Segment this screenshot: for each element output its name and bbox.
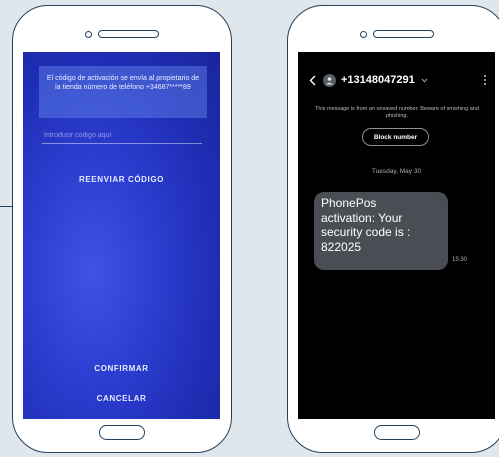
confirm-button[interactable]: CONFIRMAR xyxy=(23,364,220,373)
illustration-stage: El código de activación se envía al prop… xyxy=(0,0,499,457)
speaker-grille xyxy=(98,30,159,38)
unsaved-number-warning: This message is from an unsaved number. … xyxy=(315,106,479,119)
sms-screen: +13148047291 This message is from an uns… xyxy=(298,52,495,419)
message-time: 15:30 xyxy=(452,257,468,263)
more-glyph xyxy=(484,75,486,85)
more-vertical-icon[interactable] xyxy=(483,73,487,87)
activation-info-text: El código de activación se envía al prop… xyxy=(46,75,200,91)
activation-info-box: El código de activación se envía al prop… xyxy=(39,66,207,118)
message-date: Tuesday, May 30 xyxy=(371,168,422,175)
phone-right-speaker xyxy=(360,28,434,40)
resend-code-button[interactable]: REENVIAR CÓDIGO xyxy=(23,175,220,184)
back-arrow-icon[interactable] xyxy=(307,73,317,87)
activation-code-input[interactable] xyxy=(42,128,202,144)
block-number-button[interactable]: Block number xyxy=(362,128,429,146)
back-arrow-glyph xyxy=(309,75,315,85)
phone-right-home-button[interactable] xyxy=(374,425,420,440)
person-avatar-icon[interactable] xyxy=(323,73,336,87)
phone-right: +13148047291 This message is from an uns… xyxy=(287,5,499,453)
message-bubble[interactable]: PhonePos activation: Your security code … xyxy=(314,192,448,270)
phone-left-home-button[interactable] xyxy=(99,425,145,440)
speaker-grille xyxy=(373,30,434,38)
cancel-button[interactable]: CANCELAR xyxy=(23,394,220,403)
chevron-glyph xyxy=(421,78,428,83)
phone-left-speaker xyxy=(85,28,159,40)
chevron-down-icon[interactable] xyxy=(421,76,429,84)
phone-left: El código de activación se envía al prop… xyxy=(12,5,232,453)
front-camera-icon xyxy=(360,30,367,38)
sender-number[interactable]: +13148047291 xyxy=(341,74,415,86)
activation-screen: El código de activación se envía al prop… xyxy=(23,52,220,419)
sms-header: +13148047291 xyxy=(298,70,495,90)
person-glyph xyxy=(326,76,333,84)
front-camera-icon xyxy=(85,30,92,38)
